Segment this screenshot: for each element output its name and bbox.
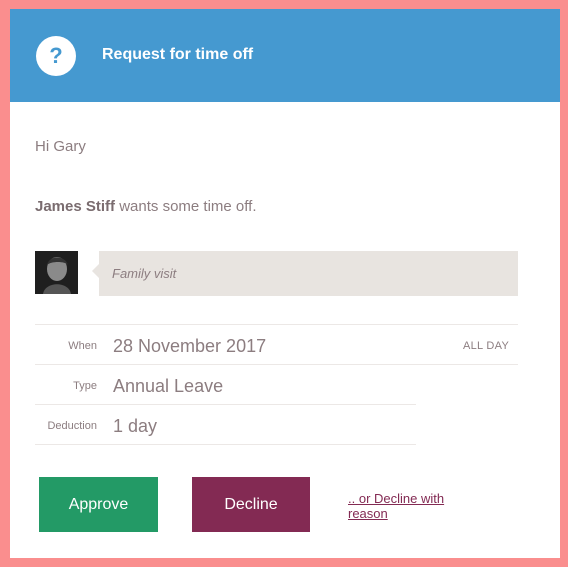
requester-name: James Stiff (35, 198, 116, 215)
type-label: Type (73, 380, 97, 392)
comment-bubble: Family visit (92, 251, 518, 296)
decline-with-reason-link[interactable]: .. or Decline with reason (348, 491, 468, 521)
request-intro: James Stiff wants some time off. (35, 198, 257, 215)
avatar (35, 251, 78, 294)
page-title: Request for time off (102, 46, 254, 63)
greeting-text: Hi Gary (35, 138, 86, 155)
divider (35, 364, 518, 365)
divider (35, 324, 518, 325)
request-intro-text: wants some time off. (119, 198, 257, 215)
type-value: Annual Leave (113, 376, 224, 396)
time-off-request-card: ? Request for time off Hi Gary James Sti… (10, 9, 560, 558)
deduction-value: 1 day (113, 416, 158, 436)
comment-text: Family visit (112, 266, 177, 281)
header-bar: ? Request for time off (10, 9, 560, 102)
all-day-badge: ALL DAY (463, 340, 510, 352)
when-label: When (68, 340, 97, 352)
divider (35, 444, 416, 445)
divider (35, 404, 416, 405)
decline-button[interactable]: Decline (192, 477, 310, 532)
when-value: 28 November 2017 (113, 336, 267, 356)
question-icon: ? (36, 36, 76, 76)
approve-button[interactable]: Approve (39, 477, 158, 532)
deduction-label: Deduction (47, 420, 97, 432)
